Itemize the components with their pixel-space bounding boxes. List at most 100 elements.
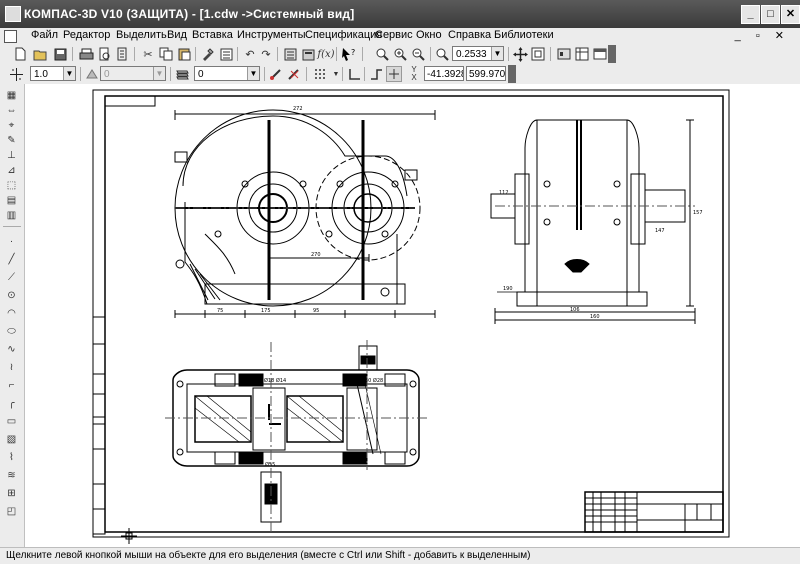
properties-brush-icon[interactable] bbox=[200, 46, 216, 62]
chevron-down-icon[interactable]: ▼ bbox=[247, 67, 259, 80]
layer-value: 0 bbox=[198, 69, 204, 80]
help-pointer-icon[interactable]: ? bbox=[340, 46, 356, 62]
measure-tool-icon[interactable]: ⊿ bbox=[4, 163, 19, 177]
arc-icon[interactable]: ◠ bbox=[4, 306, 19, 320]
spec-tool-icon[interactable]: ▤ bbox=[4, 193, 19, 207]
new-document-icon[interactable] bbox=[12, 46, 28, 62]
zoom-scale-icon[interactable] bbox=[434, 46, 450, 62]
undo-icon[interactable]: ↶ bbox=[242, 46, 258, 62]
collect-contour-icon[interactable]: ◰ bbox=[4, 504, 19, 518]
snap-coords-icon[interactable] bbox=[386, 66, 402, 82]
drawing-sheet: 272 270 75 175 95 106 160 157 147 112 19… bbox=[92, 89, 730, 544]
zoom-out-icon[interactable] bbox=[410, 46, 426, 62]
dimension-label: Ø55 bbox=[265, 461, 275, 468]
print-icon[interactable] bbox=[78, 46, 94, 62]
reports-tool-icon[interactable]: ▥ bbox=[4, 208, 19, 222]
zoom-scale-combo[interactable]: 0.2533 ▼ bbox=[452, 46, 504, 61]
window-icon[interactable] bbox=[592, 46, 608, 62]
select-tool-icon[interactable]: ⬚ bbox=[4, 178, 19, 192]
contour-icon[interactable]: ⌇ bbox=[4, 450, 19, 464]
menu-edit[interactable]: Редактор bbox=[63, 29, 110, 41]
window-title: КОМПАС-3D V10 (ЗАЩИТА) - [1.cdw ->Систем… bbox=[24, 7, 355, 21]
dimension-label: 157 bbox=[693, 210, 703, 216]
status-bar: Щелкните левой кнопкой мыши на объекте д… bbox=[0, 547, 800, 564]
maximize-button[interactable]: □ bbox=[761, 5, 780, 24]
view-manager-icon[interactable] bbox=[574, 46, 590, 62]
layer-combo[interactable]: 0 ▼ bbox=[194, 66, 260, 81]
hatch-icon[interactable]: ▧ bbox=[4, 432, 19, 446]
dimension-label: 112 bbox=[499, 190, 509, 196]
x-coordinate-field[interactable]: -41.3928 bbox=[424, 66, 464, 81]
show-all-icon[interactable] bbox=[530, 46, 546, 62]
style-combo[interactable]: 0 ▼ bbox=[100, 66, 166, 81]
cursor-step-icon[interactable] bbox=[8, 66, 24, 82]
menu-window[interactable]: Окно bbox=[416, 29, 442, 41]
clear-properties-icon[interactable] bbox=[286, 66, 302, 82]
ellipse-icon[interactable]: ⬭ bbox=[4, 324, 19, 338]
function-fx-icon[interactable]: f(x) bbox=[317, 46, 334, 62]
fillet-icon[interactable]: ╭ bbox=[4, 396, 19, 410]
menu-service[interactable]: Сервис bbox=[375, 29, 413, 41]
menu-file[interactable]: Файл bbox=[31, 29, 58, 41]
grid-icon[interactable] bbox=[312, 66, 328, 82]
mdi-controls[interactable]: _ ▫ ✕ bbox=[735, 29, 790, 42]
menu-help[interactable]: Справка bbox=[448, 29, 491, 41]
chamfer-icon[interactable]: ⌐ bbox=[4, 378, 19, 392]
drawing-canvas[interactable]: 272 270 75 175 95 106 160 157 147 112 19… bbox=[25, 84, 800, 547]
polyline-icon[interactable]: ∿ bbox=[4, 342, 19, 356]
paste-icon[interactable] bbox=[176, 46, 192, 62]
toolbar-overflow-handle[interactable] bbox=[508, 65, 516, 83]
chevron-down-icon[interactable]: ▼ bbox=[63, 67, 75, 80]
dimensions-tool-icon[interactable]: ⇔ bbox=[4, 103, 19, 117]
edit-tool-icon[interactable]: ✎ bbox=[4, 133, 19, 147]
local-cs-icon[interactable] bbox=[346, 66, 362, 82]
chevron-down-icon[interactable]: ▼ bbox=[153, 67, 165, 80]
variables-icon[interactable] bbox=[282, 46, 298, 62]
menu-view[interactable]: Вид bbox=[167, 29, 187, 41]
state-layer-icon[interactable] bbox=[84, 66, 100, 82]
toolbar-overflow-handle[interactable] bbox=[608, 45, 616, 63]
circle-icon[interactable]: ⊙ bbox=[4, 288, 19, 302]
point-icon[interactable]: · bbox=[4, 234, 19, 248]
segment-icon[interactable]: ⟋ bbox=[4, 270, 19, 284]
y-coordinate-field[interactable]: 599.970 bbox=[466, 66, 506, 81]
zoom-in-icon[interactable] bbox=[392, 46, 408, 62]
document-icon[interactable] bbox=[4, 30, 17, 43]
manager-icon[interactable] bbox=[218, 46, 234, 62]
minimize-button[interactable]: _ bbox=[741, 5, 760, 24]
menu-select[interactable]: Выделить bbox=[116, 29, 167, 41]
designations-tool-icon[interactable]: ⌖ bbox=[4, 118, 19, 132]
equidistant-icon[interactable]: ≋ bbox=[4, 468, 19, 482]
auxiliary-line-icon[interactable]: ╱ bbox=[4, 252, 19, 266]
menu-specification[interactable]: Спецификация bbox=[305, 29, 382, 41]
save-icon[interactable] bbox=[52, 46, 68, 62]
spline-icon[interactable]: ≀ bbox=[4, 360, 19, 374]
refresh-view-icon[interactable] bbox=[556, 46, 572, 62]
open-folder-icon[interactable] bbox=[32, 46, 48, 62]
title-bar: КОМПАС-3D V10 (ЗАЩИТА) - [1.cdw ->Систем… bbox=[0, 0, 800, 28]
preview-icon[interactable] bbox=[114, 46, 130, 62]
ortho-mode-icon[interactable] bbox=[368, 66, 384, 82]
cursor-step-combo[interactable]: 1.0 ▼ bbox=[30, 66, 76, 81]
properties-icon[interactable] bbox=[268, 66, 284, 82]
zoom-window-icon[interactable] bbox=[374, 46, 390, 62]
menu-tools[interactable]: Инструменты bbox=[237, 29, 306, 41]
macro-icon[interactable]: ⊞ bbox=[4, 486, 19, 500]
rectangle-icon[interactable]: ▭ bbox=[4, 414, 19, 428]
redo-icon[interactable]: ↷ bbox=[258, 46, 274, 62]
layers-icon[interactable] bbox=[174, 66, 190, 82]
dimension-label: 190 bbox=[503, 286, 513, 292]
menu-libraries[interactable]: Библиотеки bbox=[494, 29, 554, 41]
cut-icon[interactable]: ✂ bbox=[140, 46, 156, 62]
geometry-tool-icon[interactable]: ▦ bbox=[4, 88, 19, 102]
app-icon[interactable] bbox=[5, 6, 21, 22]
print-preview-icon[interactable] bbox=[96, 46, 112, 62]
library-manager-icon[interactable] bbox=[300, 46, 316, 62]
dimension-label: 95 bbox=[313, 308, 319, 314]
pan-move-icon[interactable] bbox=[512, 46, 528, 62]
parametrize-tool-icon[interactable]: ⊥ bbox=[4, 148, 19, 162]
close-button[interactable]: ✕ bbox=[781, 5, 800, 24]
copy-icon[interactable] bbox=[158, 46, 174, 62]
menu-insert[interactable]: Вставка bbox=[192, 29, 233, 41]
chevron-down-icon[interactable]: ▼ bbox=[491, 47, 503, 60]
